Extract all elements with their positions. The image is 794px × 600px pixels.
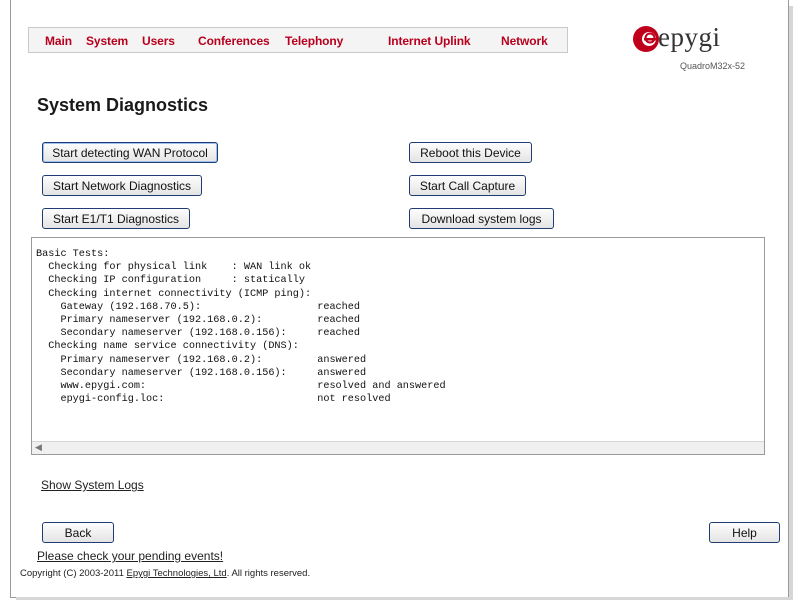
page-title: System Diagnostics	[37, 95, 209, 115]
console-line: Secondary nameserver (192.168.0.156): an…	[36, 367, 367, 379]
console-line: Primary nameserver (192.168.0.2): reache…	[36, 315, 361, 327]
epygi-logo-icon	[633, 26, 659, 52]
show-system-logs-link[interactable]: Show System Logs	[41, 478, 144, 492]
console-line: www.epygi.com: resolved and answered	[36, 381, 446, 393]
horizontal-scrollbar[interactable]: ◀	[32, 441, 764, 454]
scroll-left-icon[interactable]: ◀	[35, 442, 42, 453]
main-menu-bar: Main System Users Conferences Telephony …	[28, 27, 568, 53]
copyright-text: Copyright (C) 2003-2011 Epygi Technologi…	[20, 568, 310, 579]
menu-item-network[interactable]: Network	[501, 34, 548, 48]
menu-item-users[interactable]: Users	[142, 34, 175, 48]
frame-shadow	[789, 6, 793, 600]
start-call-capture-button[interactable]: Start Call Capture	[409, 175, 526, 196]
help-button[interactable]: Help	[709, 522, 780, 543]
console-line: Primary nameserver (192.168.0.2): answer…	[36, 354, 367, 366]
menu-item-system[interactable]: System	[86, 34, 128, 48]
start-network-diagnostics-button[interactable]: Start Network Diagnostics	[42, 175, 202, 196]
copyright-suffix: . All rights reserved.	[226, 568, 311, 579]
menu-item-internet-uplink[interactable]: Internet Uplink	[388, 34, 471, 48]
back-button[interactable]: Back	[42, 522, 114, 543]
console-line: Gateway (192.168.70.5): reached	[36, 301, 361, 313]
reboot-device-button[interactable]: Reboot this Device	[409, 142, 532, 163]
download-system-logs-button[interactable]: Download system logs	[409, 208, 554, 229]
console-line: Checking name service connectivity (DNS)…	[36, 341, 299, 353]
diagnostics-output[interactable]: Basic Tests: Checking for physical link …	[31, 237, 765, 455]
console-line: Checking internet connectivity (ICMP pin…	[36, 288, 312, 300]
pending-events-link[interactable]: Please check your pending events!	[37, 549, 223, 563]
company-link[interactable]: Epygi Technologies, Ltd	[127, 568, 227, 579]
start-detecting-wan-button[interactable]: Start detecting WAN Protocol	[42, 142, 218, 163]
console-line: epygi-config.loc: not resolved	[36, 394, 391, 406]
device-model: QuadroM32x-52	[680, 61, 746, 71]
console-line: Secondary nameserver (192.168.0.156): re…	[36, 328, 361, 340]
menu-item-conferences[interactable]: Conferences	[198, 34, 270, 48]
console-line: Basic Tests:	[36, 249, 110, 260]
diagnostics-output-text: Basic Tests: Checking for physical link …	[36, 248, 446, 406]
console-line: Checking for physical link : WAN link ok	[36, 262, 312, 274]
menu-item-telephony[interactable]: Telephony	[285, 34, 343, 48]
logo-text: epygi	[658, 22, 721, 52]
copyright-prefix: Copyright (C) 2003-2011	[20, 568, 127, 579]
console-line: Checking IP configuration : statically	[36, 275, 305, 287]
start-e1t1-diagnostics-button[interactable]: Start E1/T1 Diagnostics	[42, 208, 190, 229]
menu-item-main[interactable]: Main	[45, 34, 72, 48]
